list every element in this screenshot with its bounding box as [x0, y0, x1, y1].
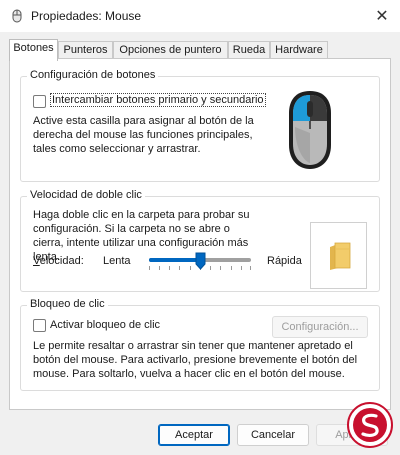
swap-buttons-description: Active esta casilla para asignar al botó… — [33, 115, 254, 155]
tab-label: Botones — [13, 42, 54, 54]
swap-buttons-label[interactable]: Intercambiar botones primario y secundar… — [50, 93, 266, 107]
double-click-title: Velocidad de doble clic — [27, 189, 145, 201]
click-lock-description: Le permite resaltar o arrastrar sin tene… — [33, 340, 358, 380]
slow-label: Lenta — [103, 255, 131, 267]
click-lock-title: Bloqueo de clic — [27, 298, 108, 310]
slider-thumb[interactable] — [195, 252, 206, 270]
double-click-group: Velocidad de doble clic Haga doble clic … — [20, 189, 380, 292]
close-icon: ✕ — [375, 8, 389, 25]
slider-tick — [220, 266, 221, 270]
tab-label: Rueda — [232, 44, 266, 56]
mouse-icon — [289, 91, 331, 169]
fast-label: Rápida — [267, 255, 302, 267]
title-bar: Propiedades: Mouse ✕ — [0, 0, 400, 32]
button-config-title: Configuración de botones — [27, 69, 159, 81]
slider-tick — [169, 266, 170, 270]
tab-strip: Botones Punteros Opciones de puntero Rue… — [9, 39, 391, 61]
tab-panel-botones: Configuración de botones Intercambiar bo… — [9, 58, 391, 410]
slider-fill — [149, 258, 200, 262]
mouse-app-icon — [12, 9, 22, 23]
slider-tick — [149, 266, 150, 270]
click-lock-checkbox[interactable] — [33, 319, 46, 332]
slider-tick — [231, 266, 232, 270]
window-title: Propiedades: Mouse — [31, 9, 142, 23]
tab-label: Punteros — [63, 44, 108, 56]
click-lock-settings-button[interactable]: Configuración... — [272, 316, 368, 338]
slider-tick — [159, 266, 160, 270]
tab-label: Opciones de puntero — [119, 44, 222, 56]
folder-icon — [330, 242, 351, 270]
close-button[interactable]: ✕ — [364, 0, 400, 32]
double-click-speed-slider[interactable] — [145, 251, 255, 273]
click-lock-label[interactable]: Activar bloqueo de clic — [50, 319, 160, 331]
slider-tick — [250, 266, 251, 270]
slider-tick — [190, 266, 191, 270]
tab-botones[interactable]: Botones — [9, 39, 58, 61]
slider-tick — [241, 266, 242, 270]
speed-label: Velocidad: — [33, 255, 84, 267]
swap-buttons-checkbox[interactable] — [33, 95, 46, 108]
test-folder-area[interactable] — [310, 222, 367, 289]
slider-tick — [210, 266, 211, 270]
button-config-group: Configuración de botones Intercambiar bo… — [20, 69, 380, 182]
solvetic-logo-icon — [347, 402, 393, 448]
tab-label: Hardware — [275, 44, 323, 56]
accept-button[interactable]: Aceptar — [158, 424, 230, 446]
cancel-button[interactable]: Cancelar — [237, 424, 309, 446]
click-lock-group: Bloqueo de clic Activar bloqueo de clic … — [20, 298, 380, 391]
slider-tick — [179, 266, 180, 270]
